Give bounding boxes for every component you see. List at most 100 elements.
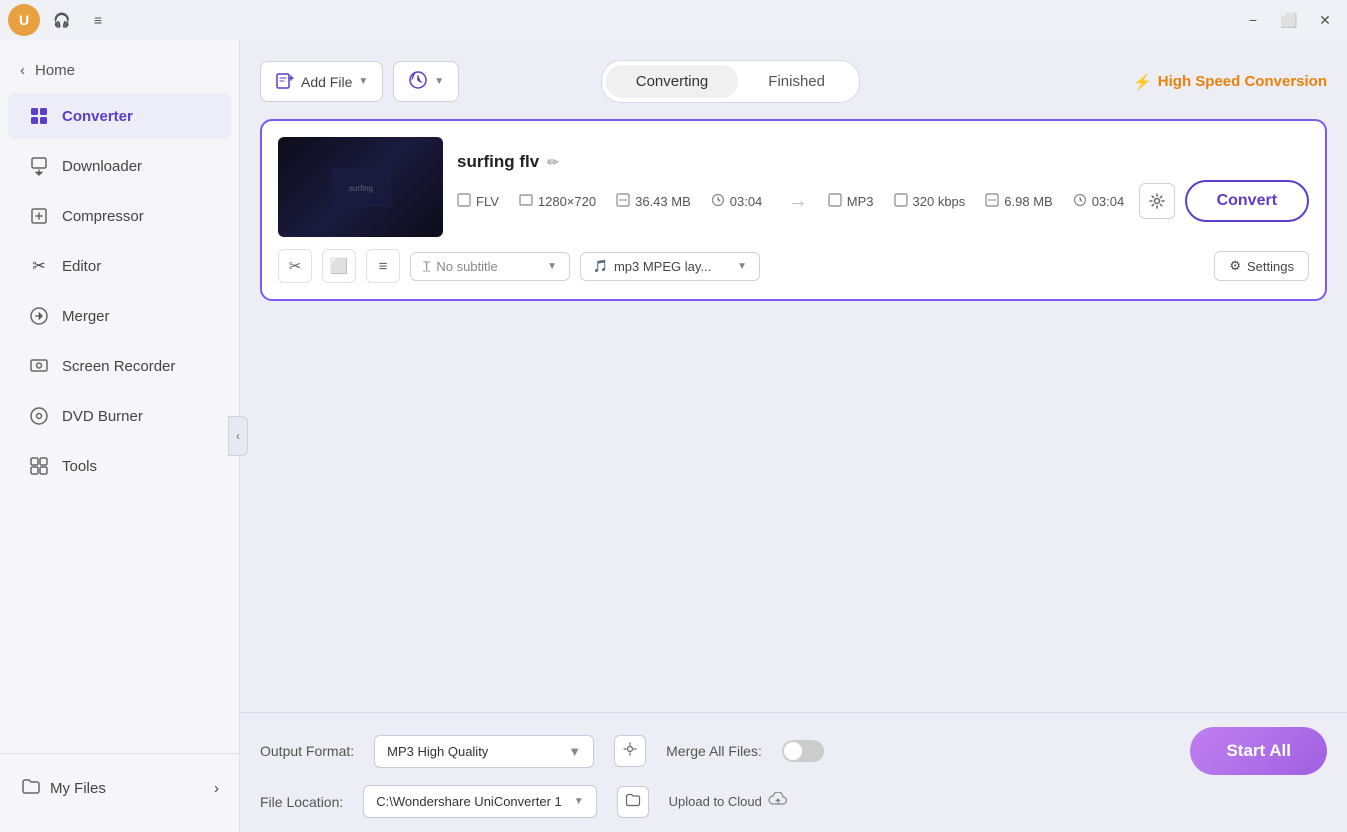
browse-folder-button[interactable] (617, 786, 649, 818)
sidebar-item-tools[interactable]: Tools (8, 443, 231, 489)
output-size: 6.98 MB (985, 193, 1052, 210)
compressor-icon (28, 205, 50, 227)
source-resolution: 1280×720 (519, 193, 596, 210)
file-settings-icon-btn[interactable] (1139, 183, 1175, 219)
output-meta-group: MP3 320 kbps (828, 193, 1139, 210)
output-duration: 03:04 (1073, 193, 1125, 210)
sidebar-item-screen-recorder[interactable]: Screen Recorder (8, 343, 231, 389)
sidebar-home[interactable]: ‹ Home (0, 50, 239, 91)
bottom-row-1: Output Format: MP3 High Quality ▼ Merge … (260, 727, 1327, 775)
source-size: 36.43 MB (616, 193, 691, 210)
cut-button[interactable]: ✂ (278, 249, 312, 283)
sidebar-collapse-btn[interactable]: ‹ (228, 416, 248, 456)
thumbnail-image: surfing (278, 137, 443, 237)
high-speed-label: High Speed Conversion (1158, 73, 1327, 90)
source-duration: 03:04 (711, 193, 763, 210)
size-value: 36.43 MB (635, 194, 691, 209)
tab-group: Converting Finished (601, 60, 860, 103)
file-card: surfing surfing flv ✏ (260, 119, 1327, 301)
file-info: surfing flv ✏ FLV (457, 152, 1309, 222)
more-icon: ≡ (379, 258, 388, 275)
format-settings-button[interactable] (614, 735, 646, 767)
screen-recorder-label: Screen Recorder (62, 358, 175, 375)
start-all-button[interactable]: Start All (1190, 727, 1327, 775)
audio-icon: 🎵 (593, 259, 608, 273)
screen-recorder-icon (28, 355, 50, 377)
format-chevron-icon: ▼ (568, 744, 581, 759)
location-chevron-icon: ▼ (574, 796, 584, 807)
conversion-arrow: → (768, 190, 828, 213)
sidebar-item-dvd-burner[interactable]: DVD Burner (8, 393, 231, 439)
add-file-chevron-icon: ▼ (358, 76, 368, 87)
add-file-button[interactable]: Add File ▼ (260, 61, 383, 102)
more-button[interactable]: ≡ (366, 249, 400, 283)
file-card-top: surfing surfing flv ✏ (278, 137, 1309, 237)
main-content: Add File ▼ ▼ Converting Finished ⚡ High … (240, 40, 1347, 832)
file-location-label: File Location: (260, 794, 343, 810)
tab-finished[interactable]: Finished (738, 65, 855, 98)
compressor-label: Compressor (62, 208, 144, 225)
edit-file-name-icon[interactable]: ✏ (547, 154, 559, 171)
dvd-burner-icon (28, 405, 50, 427)
merge-label: Merge All Files: (666, 743, 762, 759)
file-location-select[interactable]: C:\Wondershare UniConverter 1 ▼ (363, 785, 596, 818)
output-size-icon (985, 193, 999, 210)
tools-label: Tools (62, 458, 97, 475)
home-label: Home (35, 62, 75, 79)
file-meta-row: FLV 1280×720 (457, 180, 1309, 222)
source-format: FLV (457, 193, 499, 210)
audio-track-select[interactable]: 🎵 mp3 MPEG lay... ▼ (580, 252, 760, 281)
high-speed-indicator: ⚡ High Speed Conversion (1133, 73, 1327, 91)
duration-icon (711, 193, 725, 210)
toolbar: Add File ▼ ▼ Converting Finished ⚡ High … (260, 60, 1327, 103)
headphone-button[interactable]: 🎧 (48, 6, 76, 34)
chevron-left-icon: ‹ (20, 62, 25, 79)
format-icon (457, 193, 471, 210)
toggle-thumb (784, 742, 802, 760)
file-location-value: C:\Wondershare UniConverter 1 (376, 794, 561, 809)
editor-icon: ✂ (28, 255, 50, 277)
my-files-label: My Files (50, 780, 106, 797)
subtitle-select[interactable]: T̲ No subtitle ▼ (410, 252, 570, 281)
format-settings-icon (622, 741, 638, 761)
subtitle-chevron-icon: ▼ (547, 261, 557, 272)
editor-label: Editor (62, 258, 101, 275)
add-file-icon (275, 70, 295, 93)
sidebar-item-converter[interactable]: Converter (8, 93, 231, 139)
upload-to-cloud[interactable]: Upload to Cloud (669, 792, 788, 811)
merger-label: Merger (62, 308, 110, 325)
folder-icon (625, 792, 641, 812)
dvd-burner-label: DVD Burner (62, 408, 143, 425)
merge-toggle[interactable] (782, 740, 824, 762)
svg-text:surfing: surfing (348, 184, 372, 193)
tab-converting[interactable]: Converting (606, 65, 739, 98)
menu-button[interactable]: ≡ (84, 6, 112, 34)
convert-button[interactable]: Convert (1185, 180, 1309, 222)
close-button[interactable]: ✕ (1311, 6, 1339, 34)
converter-icon (28, 105, 50, 127)
settings-gear-icon: ⚙ (1229, 258, 1241, 274)
cut-icon: ✂ (289, 257, 302, 275)
file-thumbnail: surfing (278, 137, 443, 237)
sidebar: ‹ Home Converter Downloader (0, 40, 240, 832)
sidebar-item-merger[interactable]: Merger (8, 293, 231, 339)
maximize-button[interactable]: ⬜ (1275, 6, 1303, 34)
crop-button[interactable]: ⬜ (322, 249, 356, 283)
downloader-label: Downloader (62, 158, 142, 175)
user-icon: U (8, 4, 40, 36)
arrow-icon: → (788, 190, 808, 213)
settings-button[interactable]: ⚙ Settings (1214, 251, 1309, 281)
output-bitrate: 320 kbps (894, 193, 966, 210)
sidebar-item-compressor[interactable]: Compressor (8, 193, 231, 239)
sidebar-item-downloader[interactable]: Downloader (8, 143, 231, 189)
source-meta-group: FLV 1280×720 (457, 193, 768, 210)
file-name-row: surfing flv ✏ (457, 152, 1309, 172)
bottom-row-2: File Location: C:\Wondershare UniConvert… (260, 785, 1327, 818)
add-file-label: Add File (301, 74, 352, 90)
add-url-button[interactable]: ▼ (393, 61, 459, 102)
format-value: FLV (476, 194, 499, 209)
minimize-button[interactable]: − (1239, 6, 1267, 34)
sidebar-item-editor[interactable]: ✂ Editor (8, 243, 231, 289)
output-format-select[interactable]: MP3 High Quality ▼ (374, 735, 594, 768)
sidebar-my-files[interactable]: My Files › (0, 764, 239, 812)
